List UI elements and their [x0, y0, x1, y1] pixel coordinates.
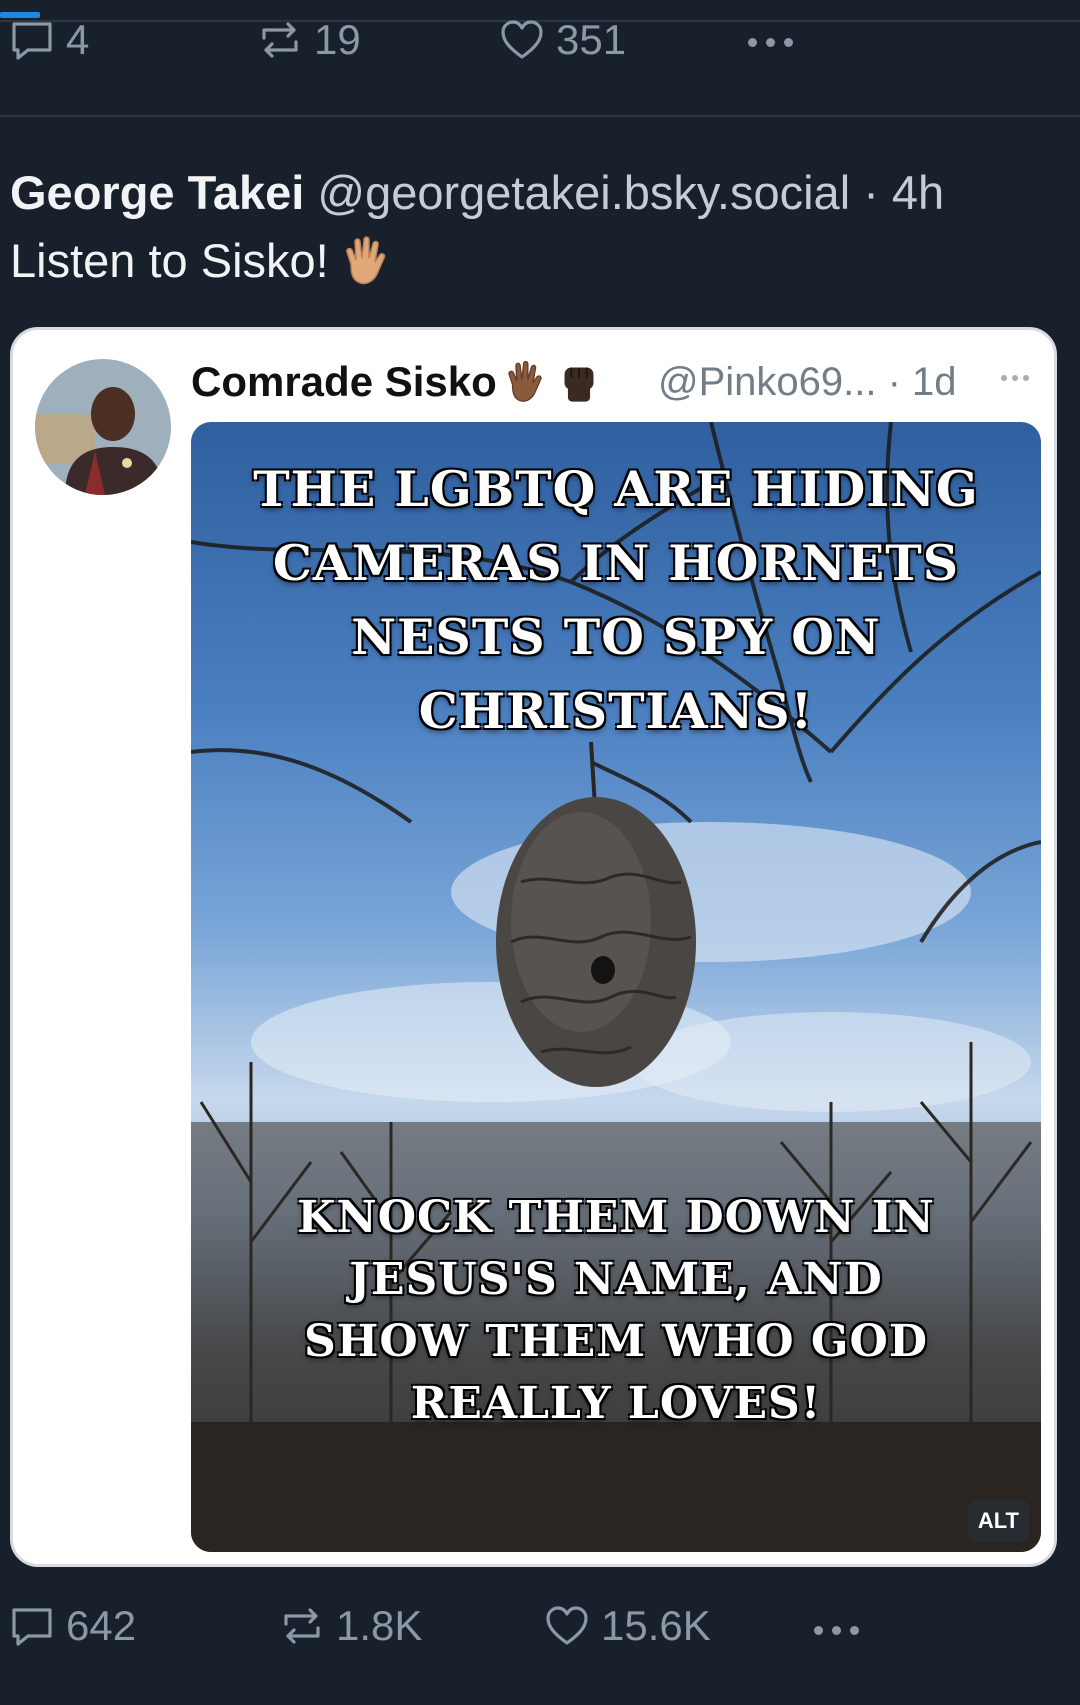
repost-icon: [262, 22, 298, 58]
post-text: Listen to Sisko!: [10, 233, 393, 288]
reply-icon: [12, 1608, 52, 1646]
repost-count: 1.8K: [336, 1602, 423, 1649]
reply-button[interactable]: 642: [8, 1602, 136, 1650]
meme-top-line: CHRISTIANS!: [418, 682, 814, 740]
repost-button[interactable]: 19: [256, 16, 361, 64]
avatar[interactable]: [35, 359, 171, 495]
meme-bottom-line: SHOW THEM WHO GOD: [304, 1316, 928, 1367]
post-divider: [0, 115, 1080, 117]
author-name[interactable]: George Takei: [10, 166, 304, 219]
repost-count: 19: [314, 16, 361, 63]
reply-count: 4: [66, 16, 90, 63]
like-button[interactable]: 351: [498, 16, 626, 64]
previous-post-actions: 4 19 351: [0, 12, 1080, 72]
heart-icon: [546, 1606, 588, 1645]
like-count: 351: [556, 16, 627, 63]
meme-image[interactable]: THE LGBTQ ARE HIDING CAMERAS IN HORNETS …: [191, 422, 1041, 1552]
like-button[interactable]: 15.6K: [543, 1602, 711, 1650]
repost-icon: [284, 1608, 320, 1644]
quote-author-name-text: Comrade Sisko: [191, 358, 497, 405]
quote-author-name[interactable]: Comrade Sisko: [191, 358, 601, 406]
reply-icon: [12, 22, 52, 60]
author-handle[interactable]: @georgetakei.bsky.social · 4h: [317, 166, 944, 219]
reply-button[interactable]: 4: [8, 16, 89, 64]
meme-bottom-line: JESUS'S NAME, AND: [349, 1254, 883, 1305]
meme-top-text: THE LGBTQ ARE HIDING CAMERAS IN HORNETS …: [191, 452, 1041, 748]
post-text-body: Listen to Sisko!: [10, 234, 329, 287]
meme-bottom-line: KNOCK THEM DOWN IN: [297, 1192, 935, 1243]
post-actions: 642 1.8K 15.6K: [0, 1602, 1080, 1662]
heart-icon: [501, 20, 543, 59]
raised-fist-icon: [564, 367, 594, 402]
quote-more-icon[interactable]: [1001, 375, 1029, 381]
meme-bottom-line: REALLY LOVES!: [410, 1378, 822, 1429]
repost-button[interactable]: 1.8K: [278, 1602, 422, 1650]
post-header: George Takei @georgetakei.bsky.social · …: [10, 165, 944, 220]
meme-top-line: THE LGBTQ ARE HIDING: [253, 460, 979, 518]
meme-top-line: NESTS TO SPY ON: [351, 608, 881, 666]
alt-badge[interactable]: ALT: [967, 1500, 1029, 1542]
more-options-icon[interactable]: [814, 1626, 859, 1635]
quote-author-handle[interactable]: @Pinko69... · 1d: [658, 360, 957, 405]
quoted-post-card[interactable]: Comrade Sisko @Pinko69... · 1d THE LGBTQ…: [10, 327, 1057, 1567]
reply-count: 642: [66, 1602, 137, 1649]
vulcan-salute-icon: [508, 360, 542, 402]
vulcan-salute-icon: [345, 235, 385, 284]
meme-bottom-text: KNOCK THEM DOWN IN JESUS'S NAME, AND SHO…: [191, 1187, 1041, 1435]
like-count: 15.6K: [601, 1602, 711, 1649]
more-options-icon[interactable]: [748, 38, 793, 47]
meme-top-line: CAMERAS IN HORNETS: [272, 534, 960, 592]
